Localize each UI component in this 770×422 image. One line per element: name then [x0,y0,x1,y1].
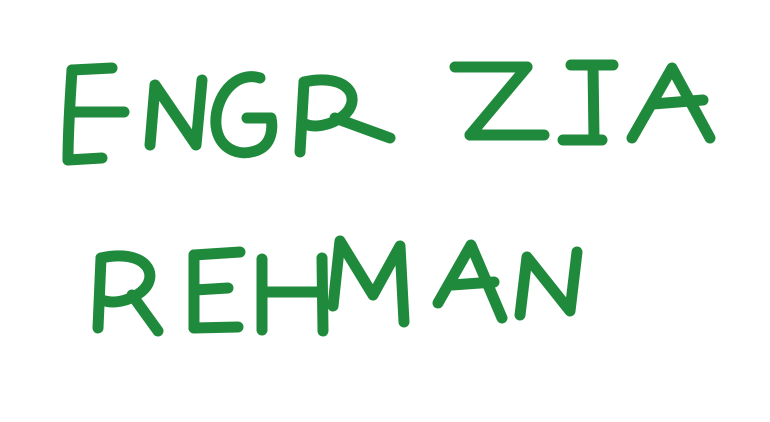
letter-i [557,59,619,146]
letter-z [449,61,550,141]
letter-r-2 [92,250,164,337]
letter-a-2 [432,239,508,324]
letter-a-1 [626,62,716,144]
letter-r-1 [294,74,396,158]
handwriting-canvas: ENGR ZIA REHMAN [0,0,770,418]
letter-h [256,252,329,337]
letter-m [327,235,410,328]
letter-e-2 [188,246,246,334]
letter-e-1 [62,62,130,166]
letter-g-1 [210,71,278,159]
letter-n-1 [144,74,208,151]
letter-n-2 [514,246,583,321]
handwritten-name-drawing [62,59,716,337]
